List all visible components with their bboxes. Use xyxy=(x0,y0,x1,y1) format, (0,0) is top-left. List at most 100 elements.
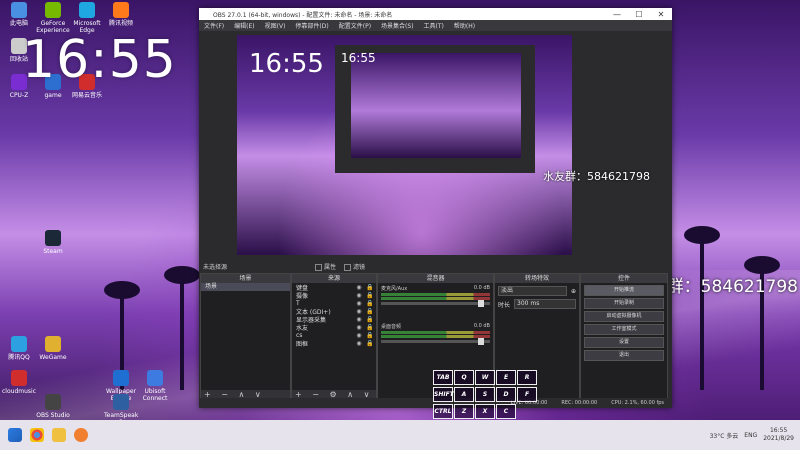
lock-icon[interactable]: 🔒 xyxy=(366,308,373,315)
taskbar: 33°C 多云 ENG 16:55 2021/8/29 xyxy=(0,420,800,450)
folder-icon[interactable] xyxy=(52,428,66,442)
gear-icon xyxy=(315,263,323,271)
desktop-icon[interactable]: Ubisoft Connect xyxy=(138,370,172,402)
menu-item[interactable]: 停靠部件(D) xyxy=(290,21,333,30)
eye-icon[interactable]: ◉ xyxy=(356,308,362,315)
sources-dock: 来源 键盘 ◉ 🔒 摄像 ◉ 🔒 T ◉ 🔒 文本 (GDI+) ◉ 🔒 显示器采集 ◉ 🔒 水友 ◉ 🔒 cs ◉ 🔒… xyxy=(291,273,377,400)
control-button[interactable]: 设置 xyxy=(584,337,664,348)
scene-item[interactable]: 场景 xyxy=(201,283,290,291)
overlay-key: A xyxy=(454,387,474,402)
overlay-key: X xyxy=(475,404,495,419)
controls-dock: 控件 开始推流 开始录制 启动虚拟摄像机 工作室模式 设置 退出 xyxy=(580,273,668,400)
menu-item[interactable]: 场景集合(S) xyxy=(376,21,419,30)
duration-input[interactable]: 300 ms xyxy=(514,299,576,309)
volume-meter xyxy=(381,297,490,300)
menu-item[interactable]: 编辑(E) xyxy=(229,21,259,30)
app-icon xyxy=(11,370,27,386)
app-icon xyxy=(45,394,61,410)
lock-icon[interactable]: 🔒 xyxy=(366,340,373,347)
filters-label: 滤镜 xyxy=(353,263,366,271)
system-tray: 33°C 多云 ENG 16:55 2021/8/29 xyxy=(710,420,794,450)
eye-icon[interactable]: ◉ xyxy=(356,300,362,307)
menu-item[interactable]: 工具(T) xyxy=(419,21,449,30)
nested-preview-clock: 16:55 xyxy=(341,51,376,65)
app-icon xyxy=(113,2,129,18)
control-button[interactable]: 启动虚拟摄像机 xyxy=(584,311,664,322)
volume-slider[interactable] xyxy=(381,300,490,307)
lock-icon[interactable]: 🔒 xyxy=(366,284,373,291)
eye-icon[interactable]: ◉ xyxy=(356,324,362,331)
source-item[interactable]: 摄像 ◉ 🔒 xyxy=(292,291,376,300)
source-name: 图框 xyxy=(296,340,309,348)
media-player-icon[interactable] xyxy=(74,428,88,442)
desktop-icon-label: game xyxy=(44,92,62,99)
duration-label: 时长 xyxy=(498,301,511,309)
desktop-icon[interactable]: Steam xyxy=(36,230,70,255)
eye-icon[interactable]: ◉ xyxy=(356,332,362,339)
desktop-icon[interactable]: 腾讯视频 xyxy=(104,2,138,27)
overlay-key: E xyxy=(496,370,516,385)
controls-buttons: 开始推流开始录制启动虚拟摄像机 工作室模式设置退出 xyxy=(581,285,667,361)
overlay-key: D xyxy=(496,387,516,402)
slider-knob[interactable] xyxy=(478,300,484,307)
chrome-icon[interactable] xyxy=(30,428,44,442)
lock-icon[interactable]: 🔒 xyxy=(366,316,373,323)
slider-knob[interactable] xyxy=(478,338,484,345)
language-indicator[interactable]: ENG xyxy=(744,432,757,439)
obs-window[interactable]: OBS 27.0.1 (64-bit, windows) - 配置文件: 未命名… xyxy=(199,8,672,408)
app-icon xyxy=(147,370,163,386)
properties-button[interactable]: 属性 xyxy=(315,262,336,271)
maximize-icon[interactable]: ☐ xyxy=(628,10,650,19)
desktop-icon-label: cloudmusic xyxy=(2,388,36,395)
lock-icon[interactable]: 🔒 xyxy=(366,324,373,331)
palm-tree xyxy=(684,226,720,390)
context-bar: 未选择源 属性 滤镜 xyxy=(199,260,672,272)
desktop-icon[interactable]: WeGame xyxy=(36,336,70,361)
minimize-icon[interactable]: — xyxy=(606,10,628,19)
overlay-key: R xyxy=(517,370,537,385)
menu-item[interactable]: 配置文件(P) xyxy=(334,21,376,30)
obs-preview[interactable]: 16:55 16:55 xyxy=(237,35,572,255)
eye-icon[interactable]: ◉ xyxy=(356,316,362,323)
lock-icon[interactable]: 🔒 xyxy=(366,300,373,307)
obs-title: OBS 27.0.1 (64-bit, windows) - 配置文件: 未命名… xyxy=(213,11,393,19)
source-item[interactable]: 水友 ◉ 🔒 xyxy=(292,323,376,332)
eye-icon[interactable]: ◉ xyxy=(356,340,362,347)
transition-type-select[interactable]: 淡出 xyxy=(498,286,567,296)
lock-icon[interactable]: 🔒 xyxy=(366,332,373,339)
volume-slider[interactable] xyxy=(381,338,490,345)
source-name: 水友 xyxy=(296,324,309,332)
close-icon[interactable]: ✕ xyxy=(650,10,672,19)
add-transition-icon[interactable]: ⊕ xyxy=(571,288,576,295)
channel-level: 0.0 dB xyxy=(473,323,490,329)
control-button[interactable]: 退出 xyxy=(584,350,664,361)
taskbar-clock[interactable]: 16:55 2021/8/29 xyxy=(763,427,794,443)
source-item[interactable]: 图框 ◉ 🔒 xyxy=(292,339,376,348)
channel-name: 麦克风/Aux xyxy=(381,286,408,292)
cpu-status: CPU: 2.1%, 60.00 fps xyxy=(611,400,664,406)
eye-icon[interactable]: ◉ xyxy=(356,284,362,291)
filters-button[interactable]: 滤镜 xyxy=(344,262,365,271)
menu-item[interactable]: 帮助(H) xyxy=(449,21,480,30)
overlay-key: SHIFT xyxy=(433,387,454,402)
desktop-icon[interactable]: 腾讯QQ xyxy=(2,336,36,361)
desktop-icon[interactable]: OBS Studio xyxy=(36,394,70,419)
eye-icon[interactable]: ◉ xyxy=(356,292,362,299)
lock-icon[interactable]: 🔒 xyxy=(366,292,373,299)
mixer-channels: 麦克风/Aux 0.0 dB 桌面音频 0.0 dB xyxy=(378,283,493,359)
context-label: 未选择源 xyxy=(203,263,228,271)
app-icon xyxy=(45,336,61,352)
menu-item[interactable]: 文件(F) xyxy=(199,21,229,30)
obs-titlebar[interactable]: OBS 27.0.1 (64-bit, windows) - 配置文件: 未命名… xyxy=(199,8,672,20)
overlay-key: Q xyxy=(454,370,474,385)
scenes-dock: 场景 场景 + − ∧ ∨ xyxy=(200,273,291,400)
menu-item[interactable]: 视图(V) xyxy=(260,21,291,30)
windows-start-icon[interactable] xyxy=(8,428,22,442)
control-button[interactable]: 开始录制 xyxy=(584,298,664,309)
control-button[interactable]: 工作室模式 xyxy=(584,324,664,335)
desktop-icon[interactable]: cloudmusic xyxy=(2,370,36,395)
weather-widget[interactable]: 33°C 多云 xyxy=(710,431,739,440)
source-name: cs xyxy=(296,331,303,339)
desktop-icon[interactable]: 此电脑 xyxy=(2,2,36,27)
control-button[interactable]: 开始推流 xyxy=(584,285,664,296)
